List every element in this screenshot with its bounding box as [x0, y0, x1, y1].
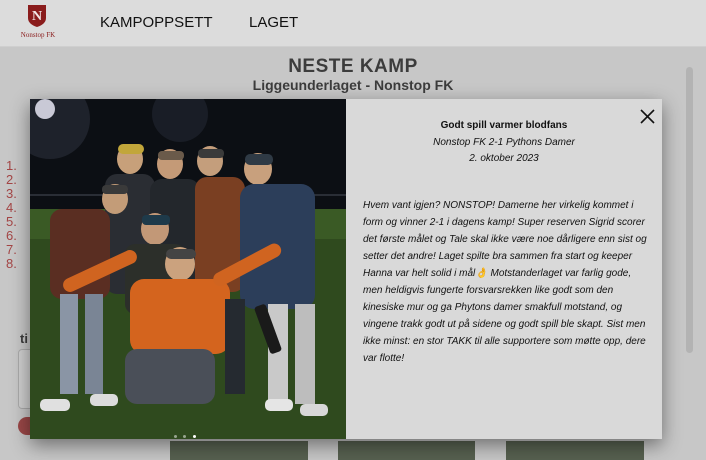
article-modal: Godt spill varmer blodfans Nonstop FK 2-…	[30, 99, 662, 439]
club-logo[interactable]: N Nonstop FK	[18, 4, 58, 42]
carousel-dot-active[interactable]	[192, 435, 196, 438]
shield-logo-icon: N	[28, 5, 46, 27]
article-title: Godt spill varmer blodfans	[440, 120, 568, 131]
article-date: 2. oktober 2023	[469, 153, 539, 164]
team-photo	[30, 99, 346, 439]
carousel-dot[interactable]	[183, 435, 187, 438]
article-result: Nonstop FK 2-1 Pythons Damer	[433, 137, 575, 148]
top-nav: N Nonstop FK KAMPOPPSETT LAGET	[0, 0, 706, 47]
svg-text:N: N	[32, 9, 42, 24]
carousel-dot[interactable]	[174, 435, 177, 438]
carousel-dots	[174, 425, 198, 439]
article-body: Hvem vant igjen? NONSTOP! Damerne her vi…	[363, 200, 647, 364]
team-photo-image	[30, 99, 346, 439]
article-panel: Godt spill varmer blodfans Nonstop FK 2-…	[346, 99, 662, 439]
close-icon[interactable]	[639, 108, 656, 125]
logo-text: Nonstop FK	[20, 31, 56, 39]
nav-link-kampoppsett[interactable]: KAMPOPPSETT	[100, 14, 213, 31]
nav-link-laget[interactable]: LAGET	[249, 14, 298, 31]
